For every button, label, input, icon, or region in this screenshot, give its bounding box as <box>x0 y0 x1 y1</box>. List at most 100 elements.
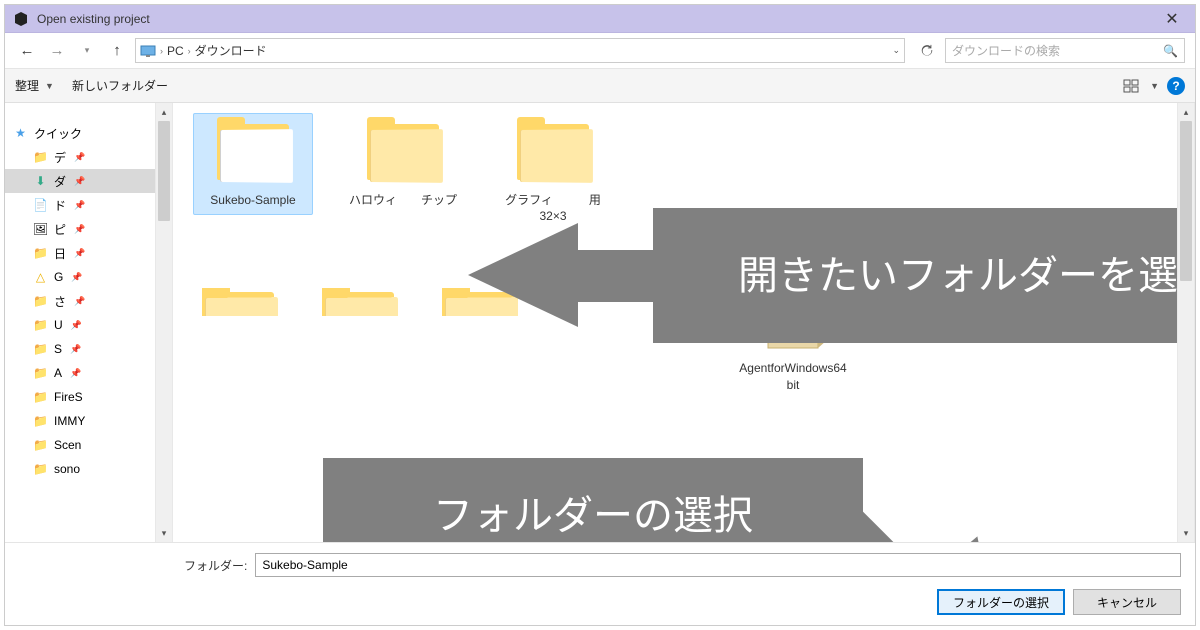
organize-button[interactable]: 整理 ▼ <box>15 77 54 94</box>
refresh-icon[interactable] <box>915 39 939 63</box>
sidebar-item[interactable]: 📁 sono <box>5 457 155 481</box>
chevron-down-icon: ▼ <box>45 81 54 91</box>
path-segment-pc[interactable]: PC <box>167 44 184 58</box>
folder-icon <box>511 120 595 186</box>
scroll-up-icon[interactable]: ▴ <box>1178 103 1194 121</box>
cancel-button[interactable]: キャンセル <box>1073 589 1181 615</box>
pin-icon: 📌 <box>74 200 85 211</box>
scroll-up-icon[interactable]: ▴ <box>156 103 172 121</box>
pin-icon: 📌 <box>74 248 85 259</box>
pin-icon: 📌 <box>74 176 85 187</box>
sidebar-item[interactable]: 📁 U📌 <box>5 313 155 337</box>
folder-icon: 📁 <box>33 438 48 453</box>
new-folder-button[interactable]: 新しいフォルダー <box>72 77 168 94</box>
folder-icon: 📁 <box>33 462 48 477</box>
folder-item[interactable]: ハロウィ チップ <box>343 113 463 215</box>
search-placeholder: ダウンロードの検索 <box>952 42 1163 59</box>
folder-label: ハロウィ チップ <box>347 192 459 208</box>
toolbar: 整理 ▼ 新しいフォルダー ▼ ? <box>5 69 1195 103</box>
pin-icon: 📌 <box>74 224 85 235</box>
sidebar-item[interactable]: 📁 日📌 <box>5 241 155 265</box>
star-icon: ★ <box>13 126 28 141</box>
pin-icon: 📌 <box>74 296 85 307</box>
folder-label: Sukebo-Sample <box>197 192 309 208</box>
folder-item-selected[interactable]: Sukebo-Sample <box>193 113 313 215</box>
select-folder-button[interactable]: フォルダーの選択 <box>937 589 1065 615</box>
pc-icon <box>140 43 156 59</box>
folder-field-label: フォルダー: <box>184 557 247 574</box>
pin-icon: 📌 <box>70 344 81 355</box>
folder-item[interactable]: グラフィ 用32×3 <box>493 113 613 231</box>
sidebar-item[interactable]: △ G📌 <box>5 265 155 289</box>
sidebar-scrollbar[interactable]: ▴ ▾ <box>155 103 173 542</box>
sidebar-item[interactable]: 📁 デ📌 <box>5 145 155 169</box>
path-dropdown-icon[interactable]: ⌄ <box>892 45 900 56</box>
drive-icon: △ <box>33 270 48 285</box>
unity-icon <box>13 11 29 27</box>
scroll-thumb[interactable] <box>158 121 170 221</box>
folder-icon: 📁 <box>33 318 48 333</box>
folder-icon: 📁 <box>33 414 48 429</box>
folder-icon: 📁 <box>33 294 48 309</box>
view-options-icon[interactable] <box>1122 77 1140 95</box>
recent-dropdown-icon[interactable]: ▾ <box>75 39 99 63</box>
folder-icon <box>316 288 400 316</box>
forward-icon: → <box>45 39 69 63</box>
address-bar: ← → ▾ ↑ › PC › ダウンロード ⌄ ダウンロードの検索 🔍 <box>5 33 1195 69</box>
path-segment-folder[interactable]: ダウンロード <box>195 42 267 59</box>
annotation-callout: フォルダーの選択 <box>323 458 863 542</box>
scroll-down-icon[interactable]: ▾ <box>156 524 172 542</box>
download-icon: ⬇ <box>33 174 48 189</box>
up-icon[interactable]: ↑ <box>105 39 129 63</box>
folder-icon: 📁 <box>33 246 48 261</box>
sidebar-item[interactable]: ⬇ ダ📌 <box>5 169 155 193</box>
folder-icon <box>211 120 295 186</box>
file-dialog: Open existing project ✕ ← → ▾ ↑ › PC › ダ… <box>4 4 1196 626</box>
folder-icon: 📁 <box>33 342 48 357</box>
sidebar: ★ クイック 📁 デ📌 ⬇ ダ📌 📄 ド📌 🖼 ピ📌 📁 日📌 <box>5 103 155 542</box>
folder-icon <box>196 288 280 316</box>
help-icon[interactable]: ? <box>1167 77 1185 95</box>
path-chevron-icon: › <box>160 46 163 56</box>
quick-access-header[interactable]: ★ クイック <box>5 121 155 145</box>
pin-icon: 📌 <box>70 368 81 379</box>
search-icon: 🔍 <box>1163 44 1178 58</box>
folder-icon: 📁 <box>33 390 48 405</box>
document-icon: 📄 <box>33 198 48 213</box>
path-chevron-icon: › <box>188 46 191 56</box>
titlebar: Open existing project ✕ <box>5 5 1195 33</box>
dialog-footer: フォルダー: フォルダーの選択 キャンセル <box>5 542 1195 625</box>
picture-icon: 🖼 <box>33 222 48 237</box>
sidebar-item[interactable]: 📄 ド📌 <box>5 193 155 217</box>
scroll-thumb[interactable] <box>1180 121 1192 281</box>
path-box[interactable]: › PC › ダウンロード ⌄ <box>135 38 905 63</box>
sidebar-item[interactable]: 📁 FireS <box>5 385 155 409</box>
main-area: ★ クイック 📁 デ📌 ⬇ ダ📌 📄 ド📌 🖼 ピ📌 📁 日📌 <box>5 103 1195 542</box>
pin-icon: 📌 <box>71 320 82 331</box>
scroll-down-icon[interactable]: ▾ <box>1178 524 1194 542</box>
folder-icon <box>361 120 445 186</box>
pin-icon: 📌 <box>71 272 82 283</box>
content-scrollbar[interactable]: ▴ ▾ <box>1177 103 1195 542</box>
folder-item[interactable] <box>313 281 403 323</box>
search-input[interactable]: ダウンロードの検索 🔍 <box>945 38 1185 63</box>
chevron-down-icon[interactable]: ▼ <box>1150 81 1159 91</box>
sidebar-item[interactable]: 📁 S📌 <box>5 337 155 361</box>
arrow-left-icon <box>468 223 578 327</box>
folder-list: Sukebo-Sample ハロウィ チップ グラフィ 用32×3 sy <box>173 103 1177 542</box>
sidebar-item[interactable]: 🖼 ピ📌 <box>5 217 155 241</box>
folder-icon: 📁 <box>33 150 48 165</box>
folder-name-input[interactable] <box>255 553 1181 577</box>
close-icon[interactable]: ✕ <box>1157 5 1187 33</box>
folder-item[interactable] <box>193 281 283 323</box>
folder-label: AgentforWindows64bit <box>737 360 849 392</box>
arrow-down-right-icon <box>901 536 1035 542</box>
back-icon[interactable]: ← <box>15 39 39 63</box>
folder-icon: 📁 <box>33 366 48 381</box>
sidebar-item[interactable]: 📁 IMMY <box>5 409 155 433</box>
sidebar-item[interactable]: 📁 A📌 <box>5 361 155 385</box>
annotation-callout: 開きたいフォルダーを選択 <box>653 208 1177 343</box>
folder-label: グラフィ 用32×3 <box>497 192 609 224</box>
sidebar-item[interactable]: 📁 さ📌 <box>5 289 155 313</box>
sidebar-item[interactable]: 📁 Scen <box>5 433 155 457</box>
